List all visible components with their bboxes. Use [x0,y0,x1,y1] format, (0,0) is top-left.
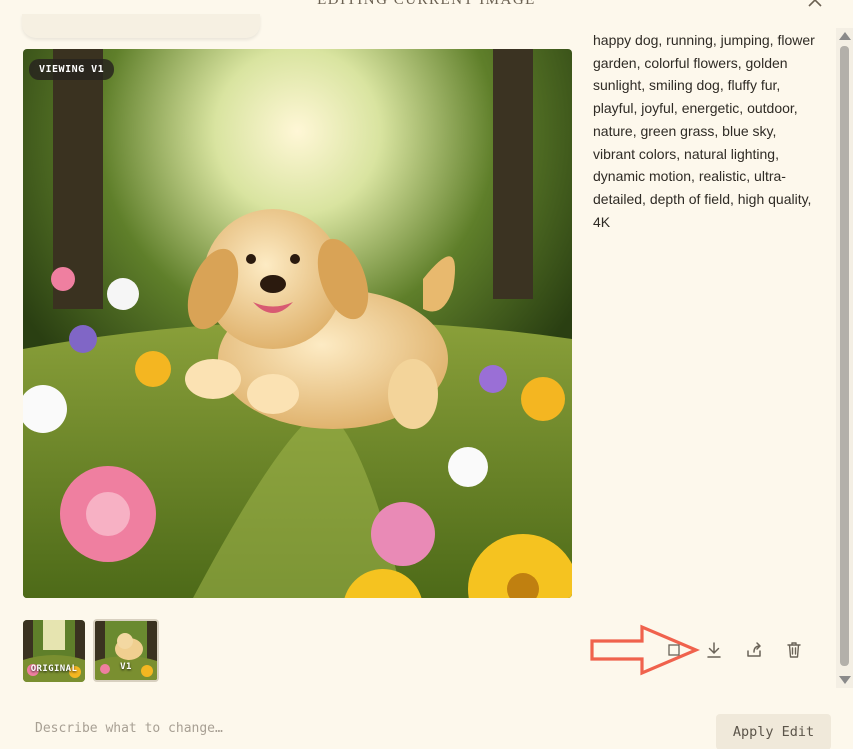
image-actions [664,640,804,660]
scroll-up-icon[interactable] [839,32,851,40]
apply-edit-button[interactable]: Apply Edit [716,714,831,749]
viewing-badge: VIEWING V1 [29,59,115,80]
scroll-down-icon[interactable] [839,676,851,684]
download-icon[interactable] [704,640,724,660]
thumb-label: ORIGINAL [30,664,78,674]
version-thumb-v1[interactable]: V1 [93,619,159,682]
version-thumb-original[interactable]: ORIGINAL [23,620,85,682]
trash-icon[interactable] [784,640,804,660]
top-pill [22,14,260,38]
prompt-text: happy dog, running, jumping, flower gard… [593,32,815,230]
scrollbar[interactable] [836,28,853,688]
copy-icon[interactable] [664,640,684,660]
share-icon[interactable] [744,640,764,660]
dialog-title: EDITING CURRENT IMAGE [317,0,536,8]
main-image [23,49,572,598]
close-icon[interactable] [803,0,827,12]
scroll-thumb[interactable] [840,46,849,666]
thumb-label: V1 [120,662,132,672]
edit-description-input[interactable] [22,712,702,744]
